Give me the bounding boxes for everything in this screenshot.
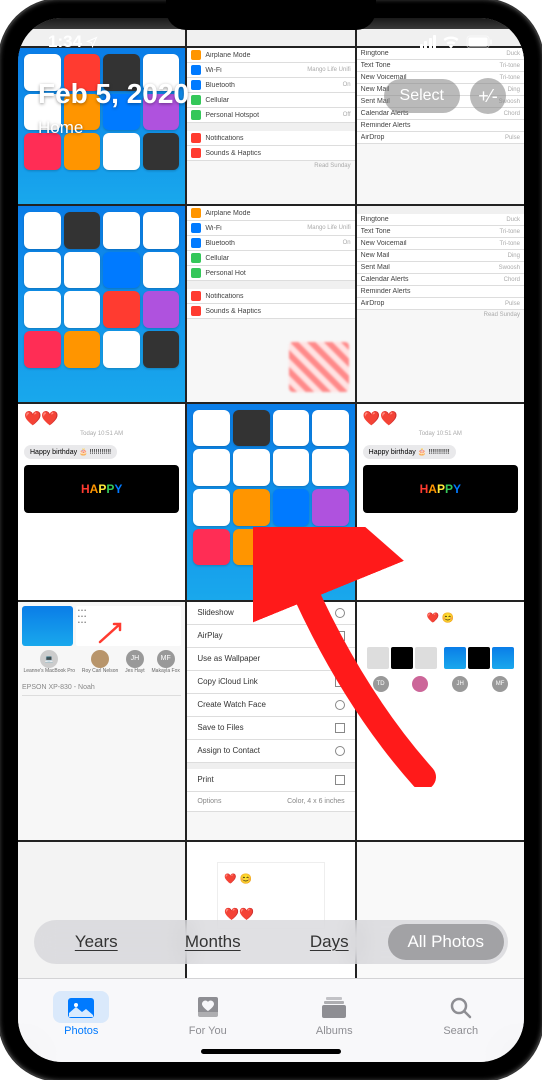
search-icon: [447, 995, 475, 1019]
photo-thumbnail[interactable]: ❤️❤️ Today 10:51 AM Happy birthday 🎂 !!!…: [357, 404, 524, 600]
photos-icon: [67, 995, 95, 1019]
location-label: Home: [38, 118, 504, 138]
message-bubble: Happy birthday 🎂 !!!!!!!!!!!: [24, 445, 117, 459]
for-you-icon: [194, 995, 222, 1019]
photo-thumbnail[interactable]: RingtoneDuck Text ToneTri-tone New Voice…: [357, 206, 524, 402]
select-button[interactable]: Select: [384, 79, 460, 113]
redaction-overlay: [289, 342, 349, 392]
photo-thumbnail[interactable]: Airplane Mode Wi-FiMango Life Unifi Blue…: [187, 206, 354, 402]
tab-label: Photos: [64, 1025, 98, 1037]
photo-grid[interactable]: Airplane Mode Wi-FiMango Life Unifi Blue…: [18, 18, 524, 978]
tab-label: Albums: [316, 1025, 353, 1037]
photo-thumbnail[interactable]: ❤️❤️ Today 10:51 AM Happy birthday 🎂 !!!…: [18, 404, 185, 600]
tab-for-you[interactable]: For You: [145, 979, 272, 1048]
tab-days[interactable]: Days: [271, 924, 388, 960]
tab-label: For You: [189, 1025, 227, 1037]
tab-all-photos[interactable]: All Photos: [388, 924, 505, 960]
timestamp-label: Today 10:51 AM: [24, 431, 179, 437]
hearts-icon: ❤️❤️: [363, 410, 518, 427]
tab-years[interactable]: Years: [38, 924, 155, 960]
status-time: 1:34: [48, 32, 98, 52]
screen: 1:34 Feb 5, 2020 Home Select +⁄-: [18, 18, 524, 1062]
hearts-icon: ❤️❤️: [24, 410, 179, 427]
signal-icon: [420, 35, 437, 49]
gif-preview: HAPPY: [363, 465, 518, 513]
tab-search[interactable]: Search: [398, 979, 525, 1048]
tab-photos[interactable]: Photos: [18, 979, 145, 1048]
tab-albums[interactable]: Albums: [271, 979, 398, 1048]
tab-months[interactable]: Months: [155, 924, 272, 960]
photo-thumbnail[interactable]: Slideshow AirPlay Use as Wallpaper Copy …: [187, 602, 354, 840]
time-label: 1:34: [48, 32, 82, 52]
photo-thumbnail[interactable]: ❤️ 😊 TD JH MF: [357, 602, 524, 840]
wifi-icon: [442, 35, 460, 49]
zoom-toggle-button[interactable]: +⁄-: [470, 78, 506, 114]
printer-label: EPSON XP-830 - Noah: [22, 680, 181, 696]
home-indicator[interactable]: [201, 1049, 341, 1054]
photo-thumbnail[interactable]: • • •• • •• • • 💻Leanne's MacBook Pro Ro…: [18, 602, 185, 840]
photo-thumbnail[interactable]: [18, 206, 185, 402]
annotation-arrow-icon: [98, 620, 126, 644]
photo-thumbnail[interactable]: [187, 404, 354, 600]
location-icon: [86, 36, 98, 48]
view-mode-switcher: Years Months Days All Photos: [34, 920, 508, 964]
tab-label: Search: [443, 1025, 478, 1037]
notch: [166, 0, 376, 30]
phone-frame: 1:34 Feb 5, 2020 Home Select +⁄-: [0, 0, 542, 1080]
gif-preview: HAPPY: [24, 465, 179, 513]
battery-icon: [466, 35, 494, 49]
status-icons: [420, 35, 495, 49]
albums-icon: [320, 995, 348, 1019]
